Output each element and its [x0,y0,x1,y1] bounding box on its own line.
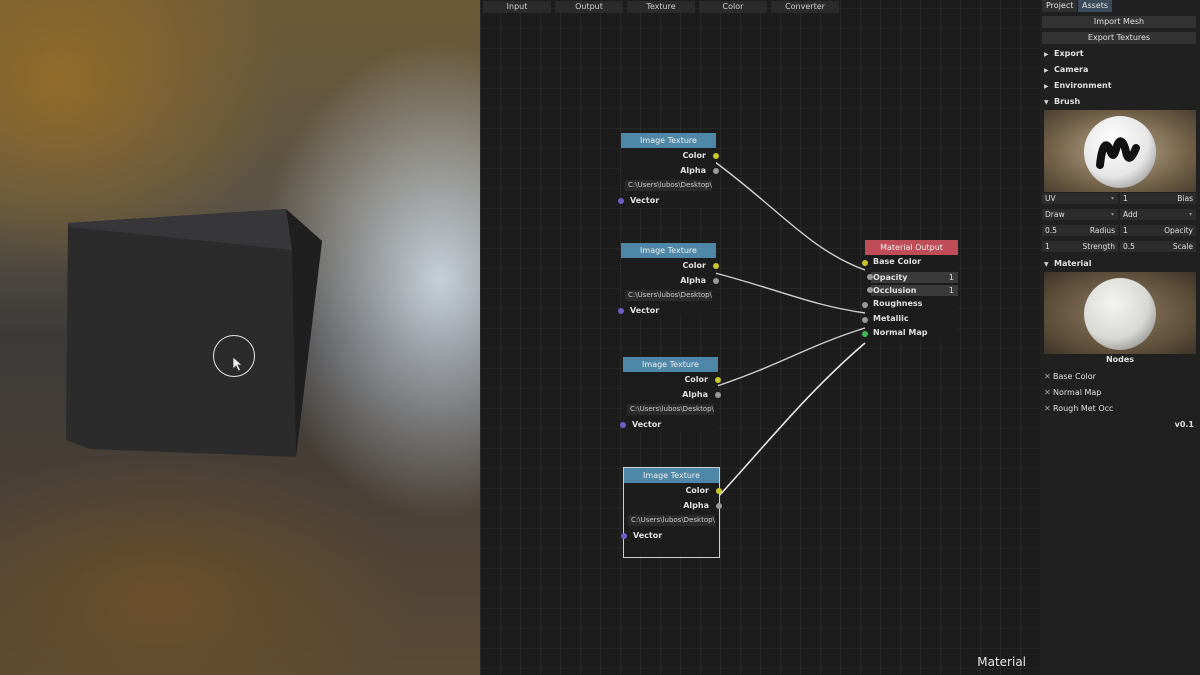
collapse-down-icon: ▼ [1044,261,1049,268]
socket-icon[interactable] [618,308,624,314]
version-label: v0.1 [1174,420,1194,429]
socket-icon[interactable] [716,488,722,494]
input-normal-map: Normal Map [862,326,958,341]
image-path-field[interactable]: C:\Users\lubos\Desktop\... [627,404,714,415]
socket-icon[interactable] [716,503,722,509]
mouse-pointer-icon [232,356,244,372]
node-title: Image Texture [621,243,716,258]
cube-mesh[interactable] [60,205,330,460]
node-title: Image Texture [621,133,716,148]
node-editor[interactable]: Input Output Texture Color Converter Ima… [480,0,1040,675]
link-color-to-normal-map [717,342,866,498]
expand-right-icon: ▶ [1044,51,1049,58]
blend-mode-select[interactable]: Add ▾ [1120,209,1196,220]
socket-icon[interactable] [867,287,873,293]
socket-icon[interactable] [713,263,719,269]
output-color: Color [623,372,721,387]
layer-base-color[interactable]: ✕ Base Color [1044,370,1096,384]
nodes-button[interactable]: Nodes [1040,355,1200,364]
socket-icon[interactable] [713,153,719,159]
input-roughness: Roughness [862,297,958,312]
close-icon[interactable]: ✕ [1044,402,1053,416]
menu-converter-button[interactable]: Converter [771,1,839,13]
image-path-field[interactable]: C:\Users\lubos\Desktop\... [628,515,715,526]
input-base-color: Base Color [862,255,958,270]
input-vector: Vector [621,528,719,543]
menu-texture-button[interactable]: Texture [627,1,695,13]
input-vector: Vector [618,303,716,318]
import-mesh-button[interactable]: Import Mesh [1042,16,1196,28]
expand-right-icon: ▶ [1044,67,1049,74]
material-output-node[interactable]: Material Output Base Color Opacity 1 Occl… [862,240,958,341]
layer-normal-map[interactable]: ✕ Normal Map [1044,386,1101,400]
opacity-slider[interactable]: 1 Opacity [1120,225,1196,236]
radius-slider[interactable]: 0.5 Radius [1042,225,1118,236]
section-brush[interactable]: ▼ Brush [1044,95,1080,109]
socket-icon[interactable] [713,168,719,174]
panel-tabs: Project Assets [1040,0,1200,12]
socket-icon[interactable] [713,278,719,284]
menu-input-button[interactable]: Input [483,1,551,13]
output-alpha: Alpha [621,273,719,288]
socket-icon[interactable] [620,422,626,428]
output-color: Color [621,258,719,273]
draw-mode-select[interactable]: Draw ▾ [1042,209,1118,220]
section-camera[interactable]: ▶ Camera [1044,63,1088,77]
section-material[interactable]: ▼ Material [1044,257,1091,271]
link-color-to-metallic [716,327,866,387]
socket-icon[interactable] [862,331,868,337]
image-path-field[interactable]: C:\Users\lubos\Desktop\... [625,180,712,191]
occlusion-field[interactable]: Occlusion 1 [867,284,958,296]
socket-icon[interactable] [862,260,868,266]
input-metallic: Metallic [862,312,958,327]
export-textures-button[interactable]: Export Textures [1042,32,1196,44]
strength-slider[interactable]: 1 Strength [1042,241,1118,252]
socket-icon[interactable] [621,533,627,539]
layer-rough-met-occ[interactable]: ✕ Rough Met Occ [1044,402,1113,416]
editor-mode-label: Material [977,655,1026,669]
brush-preview [1044,110,1196,192]
opacity-field[interactable]: Opacity 1 [867,271,958,283]
section-environment[interactable]: ▶ Environment [1044,79,1112,93]
socket-icon[interactable] [618,198,624,204]
socket-icon[interactable] [867,274,873,280]
image-texture-node[interactable]: Image Texture Color Alpha C:\Users\lubos… [620,357,721,432]
link-color-to-base-color [714,161,866,271]
3d-viewport[interactable] [0,0,480,675]
menu-output-button[interactable]: Output [555,1,623,13]
socket-icon[interactable] [862,302,868,308]
image-texture-node[interactable]: Image Texture Color Alpha C:\Users\lubos… [618,133,719,208]
tab-project[interactable]: Project [1042,0,1078,12]
section-export[interactable]: ▶ Export [1044,47,1084,61]
link-color-to-roughness [714,272,866,314]
socket-icon[interactable] [862,316,868,323]
output-color: Color [624,483,722,498]
tab-assets[interactable]: Assets [1078,0,1113,12]
bias-slider[interactable]: 1 Bias [1120,193,1196,204]
input-vector: Vector [620,417,718,432]
scale-slider[interactable]: 0.5 Scale [1120,241,1196,252]
expand-right-icon: ▶ [1044,83,1049,90]
socket-icon[interactable] [715,392,721,398]
image-texture-node-selected[interactable]: Image Texture Color Alpha C:\Users\lubos… [621,467,722,558]
input-vector: Vector [618,193,716,208]
close-icon[interactable]: ✕ [1044,370,1053,384]
close-icon[interactable]: ✕ [1044,386,1053,400]
output-alpha: Alpha [621,163,719,178]
socket-icon[interactable] [715,377,721,383]
side-panel: Project Assets Import Mesh Export Textur… [1040,0,1200,675]
node-title: Material Output [865,240,958,255]
output-alpha: Alpha [623,387,721,402]
node-menu-bar: Input Output Texture Color Converter [480,0,1040,14]
output-color: Color [621,148,719,163]
collapse-down-icon: ▼ [1044,99,1049,106]
image-path-field[interactable]: C:\Users\lubos\Desktop\... [625,290,712,301]
node-title: Image Texture [623,357,718,372]
image-texture-node[interactable]: Image Texture Color Alpha C:\Users\lubos… [618,243,719,318]
uv-select[interactable]: UV ▾ [1042,193,1118,204]
material-preview [1044,272,1196,354]
output-alpha: Alpha [624,498,722,513]
menu-color-button[interactable]: Color [699,1,767,13]
node-title: Image Texture [624,468,719,483]
